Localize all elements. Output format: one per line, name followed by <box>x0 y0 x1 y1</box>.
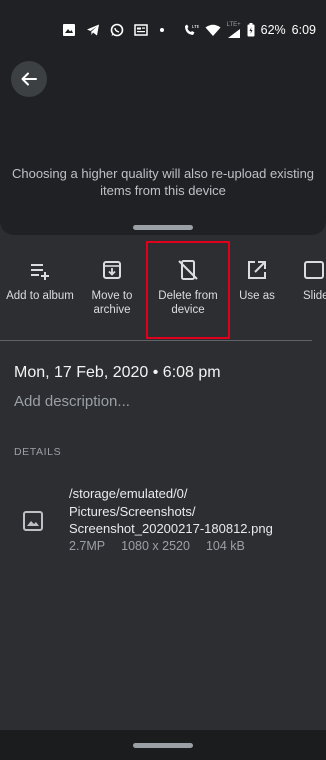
file-resolution: 1080 x 2520 <box>121 539 190 553</box>
slideshow-label: Slide <box>303 290 326 302</box>
move-to-archive-label: Move to archive <box>91 290 133 316</box>
use-as-label: Use as <box>239 290 275 302</box>
add-description-field[interactable]: Add description... <box>14 393 130 410</box>
call-lte-icon: LTE <box>183 23 199 37</box>
details-heading: DETAILS <box>14 446 62 458</box>
delete-from-device-label: Delete from device <box>158 290 218 316</box>
image-icon <box>62 23 76 37</box>
actions-row: Add to album Move to archive Delete from… <box>0 255 326 335</box>
battery-icon <box>247 23 255 37</box>
wifi-icon <box>205 24 221 37</box>
home-gesture-handle[interactable] <box>133 743 193 748</box>
battery-percent: 62% <box>260 23 286 37</box>
clock: 6:09 <box>291 23 316 37</box>
file-size: 104 kB <box>205 539 245 553</box>
move-to-archive-button[interactable]: Move to archive <box>73 255 151 335</box>
file-info: /storage/emulated/0/ Pictures/Screenshot… <box>0 485 326 555</box>
add-to-album-button[interactable]: Add to album <box>1 255 79 335</box>
svg-text:LTE: LTE <box>192 24 199 29</box>
slideshow-icon <box>304 261 324 279</box>
slideshow-button[interactable]: Slide <box>288 255 326 335</box>
delete-from-device-icon <box>178 260 198 280</box>
actions-divider <box>0 340 312 341</box>
file-megapixels: 2.7MP <box>69 539 106 553</box>
use-as-button[interactable]: Use as <box>218 255 296 335</box>
add-to-album-icon <box>31 264 49 280</box>
file-meta: 2.7MP 1080 x 2520 104 kB <box>69 539 245 553</box>
back-button[interactable] <box>11 61 47 97</box>
sheet-drag-handle[interactable] <box>133 225 193 230</box>
reupload-info-text: Choosing a higher quality will also re-u… <box>11 166 315 198</box>
archive-icon <box>103 261 121 279</box>
open-external-icon <box>248 261 266 279</box>
add-to-album-label: Add to album <box>6 290 74 302</box>
signal-lte-icon: LTE+ <box>227 22 241 39</box>
telegram-icon <box>86 23 100 37</box>
screen: LTE LTE+ 62% 6:09 Choosing a higher qual… <box>0 0 326 760</box>
delete-from-device-button[interactable]: Delete from device <box>149 255 227 335</box>
file-path: /storage/emulated/0/ Pictures/Screenshot… <box>69 486 273 536</box>
status-bar: LTE LTE+ 62% 6:09 <box>0 0 326 60</box>
dot-icon <box>158 26 166 34</box>
photo-datetime: Mon, 17 Feb, 2020 • 6:08 pm <box>14 364 221 381</box>
whatsapp-icon <box>110 23 124 37</box>
sheet-top-edge <box>0 211 326 235</box>
news-icon <box>134 23 148 37</box>
image-file-icon <box>23 511 43 531</box>
status-right: LTE LTE+ 62% 6:09 <box>183 22 316 39</box>
arrow-back-icon <box>21 72 37 86</box>
